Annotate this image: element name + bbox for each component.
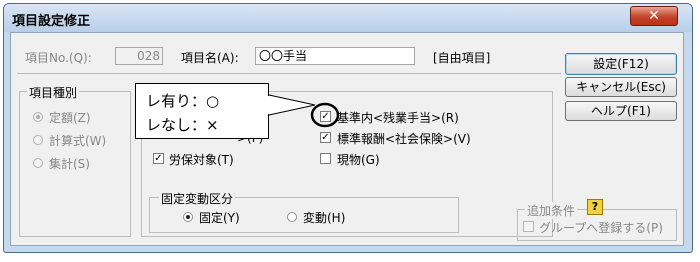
close-button[interactable]: ✕ [630, 6, 678, 26]
callout-pointer [268, 94, 340, 128]
dialog-window: 項目設定修正 ✕ 項目No.(Q): 028 項目名(A): 〇〇手当 [自由項… [3, 3, 693, 253]
highlight-circle [310, 102, 340, 128]
title-bar: 項目設定修正 ✕ [4, 4, 692, 32]
dialog-body: 項目No.(Q): 028 項目名(A): 〇〇手当 [自由項目] 設定(F12… [10, 32, 684, 246]
window-title: 項目設定修正 [12, 14, 91, 29]
